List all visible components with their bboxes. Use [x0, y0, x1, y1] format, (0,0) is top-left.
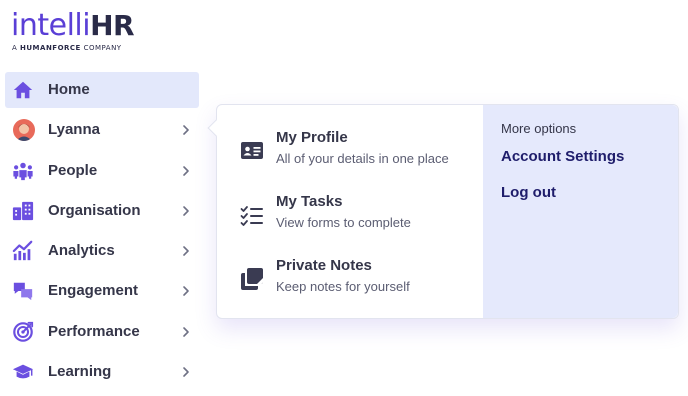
menu-item-description: View forms to complete: [276, 215, 411, 230]
sidebar-item-label: Organisation: [48, 201, 141, 219]
menu-item-private-notes[interactable]: Private Notes Keep notes for yourself: [217, 257, 483, 313]
logo-wordmark: intelliHR: [11, 8, 135, 43]
sidebar-item-organisation[interactable]: Organisation: [5, 193, 199, 229]
sidebar-item-analytics[interactable]: Analytics: [5, 233, 199, 269]
sidebar-item-engagement[interactable]: Engagement: [5, 273, 199, 309]
menu-item-description: All of your details in one place: [276, 151, 449, 166]
sidebar-item-performance[interactable]: Performance: [5, 314, 199, 350]
task-list-icon: [240, 203, 264, 227]
menu-item-title: My Profile: [276, 129, 348, 146]
home-icon: [12, 79, 34, 101]
intellihr-logo[interactable]: intelliHR A HUMANFORCE COMPANY: [11, 8, 135, 53]
menu-item-my-tasks[interactable]: My Tasks View forms to complete: [217, 193, 483, 249]
menu-item-title: Private Notes: [276, 257, 372, 274]
menu-item-title: My Tasks: [276, 193, 343, 210]
chevron-right-icon: [181, 165, 191, 177]
app-page: intelliHR A HUMANFORCE COMPANY Home Lyan…: [0, 0, 688, 396]
id-card-icon: [240, 139, 264, 163]
sidebar-item-label: Learning: [48, 363, 112, 381]
learning-icon: [12, 361, 34, 383]
menu-item-description: Keep notes for yourself: [276, 279, 410, 294]
organisation-icon: [12, 200, 34, 222]
chevron-right-icon: [181, 124, 191, 136]
log-out-link[interactable]: Log out: [501, 184, 556, 202]
more-options-label: More options: [501, 121, 577, 136]
user-menu-items: My Profile All of your details in one pl…: [217, 105, 483, 318]
sidebar-item-lyanna[interactable]: Lyanna: [5, 112, 199, 148]
logo-main-text: intelli: [11, 8, 91, 43]
logo-tagline-prefix: A: [12, 44, 21, 52]
chevron-right-icon: [181, 205, 191, 217]
sidebar-item-learning[interactable]: Learning: [5, 354, 199, 390]
engagement-icon: [12, 280, 34, 302]
menu-item-my-profile[interactable]: My Profile All of your details in one pl…: [217, 129, 483, 185]
notes-icon: [240, 267, 264, 291]
sidebar-item-label: Performance: [48, 322, 140, 340]
people-icon: [12, 160, 34, 182]
more-options-panel: More options Account Settings Log out: [483, 105, 678, 318]
sidebar-item-label: Home: [48, 81, 90, 98]
chevron-right-icon: [181, 245, 191, 257]
analytics-icon: [12, 240, 34, 262]
sidebar-item-people[interactable]: People: [5, 153, 199, 189]
logo-tagline-suffix: COMPANY: [80, 44, 122, 52]
logo-tagline-brand: HUMANFORCE: [20, 44, 81, 52]
user-menu-popover: My Profile All of your details in one pl…: [207, 104, 679, 319]
sidebar-item-label: Analytics: [48, 242, 115, 260]
sidebar-item-label: Engagement: [48, 282, 139, 300]
sidebar-item-label: Lyanna: [48, 121, 100, 139]
performance-icon: [12, 321, 34, 343]
avatar: [13, 119, 35, 142]
chevron-right-icon: [181, 285, 191, 297]
chevron-right-icon: [181, 366, 191, 378]
logo-tagline: A HUMANFORCE COMPANY: [12, 44, 134, 52]
account-settings-link[interactable]: Account Settings: [501, 148, 624, 166]
sidebar-nav: Home Lyanna People Organisation Analytic…: [5, 72, 199, 394]
sidebar-item-home[interactable]: Home: [5, 72, 199, 108]
chevron-right-icon: [181, 326, 191, 338]
sidebar-item-label: People: [48, 161, 98, 179]
logo-accent-text: HR: [90, 9, 135, 42]
